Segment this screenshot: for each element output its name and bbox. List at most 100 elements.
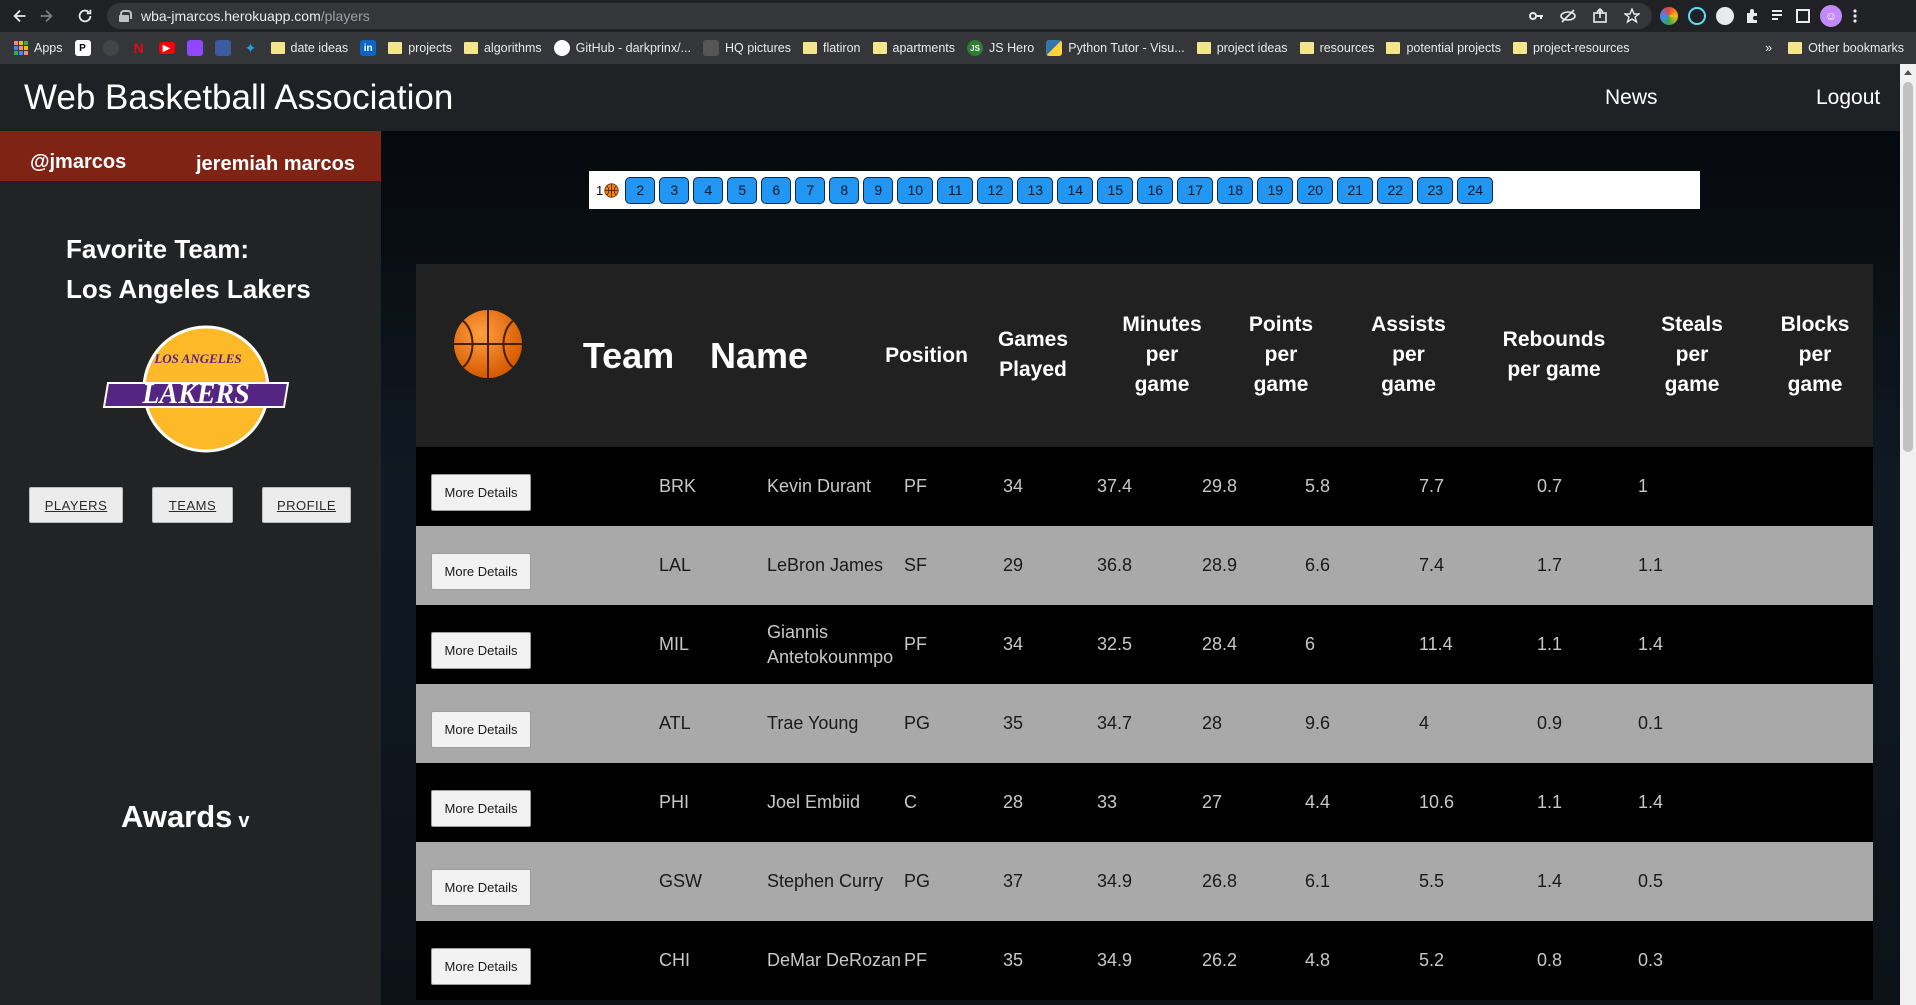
page-button[interactable]: 17: [1177, 176, 1214, 204]
page-button[interactable]: 18: [1217, 176, 1254, 204]
header-position[interactable]: Position: [869, 341, 984, 371]
puzzle-icon[interactable]: [1744, 8, 1760, 24]
more-details-button[interactable]: More Details: [431, 553, 531, 590]
header-games-played[interactable]: Games Played: [983, 325, 1083, 385]
sidepanel-icon[interactable]: [1796, 9, 1810, 23]
players-button[interactable]: PLAYERS: [29, 487, 123, 523]
bookmark-github-darkprinx[interactable]: GitHub - darkprinx/...: [553, 40, 691, 56]
pi-icon: P: [74, 40, 91, 56]
more-details-button[interactable]: More Details: [431, 474, 531, 511]
bookmark-label: date ideas: [290, 41, 349, 55]
header-rebounds[interactable]: Rebounds per game: [1489, 325, 1619, 385]
page-button[interactable]: 16: [1137, 176, 1174, 204]
bookmark-project-resources[interactable]: project-resources: [1512, 41, 1630, 55]
bookmark-youtube[interactable]: ▶: [158, 42, 175, 54]
header-name[interactable]: Name: [684, 336, 834, 376]
page-button[interactable]: 14: [1057, 176, 1094, 204]
bookmark-project-ideas[interactable]: project ideas: [1196, 41, 1288, 55]
header-blocks[interactable]: Blocks per game: [1770, 310, 1860, 400]
bookmark-apartments[interactable]: apartments: [872, 41, 955, 55]
page-button[interactable]: 15: [1097, 176, 1134, 204]
bookmark-linkedin[interactable]: in: [360, 40, 377, 56]
page-button[interactable]: 21: [1337, 176, 1374, 204]
profile-button[interactable]: PROFILE: [262, 487, 351, 523]
page-button[interactable]: 20: [1297, 176, 1334, 204]
page-button[interactable]: 8: [829, 176, 860, 204]
team-cell: GSW: [659, 871, 702, 891]
page-button[interactable]: 13: [1017, 176, 1054, 204]
more-details-button[interactable]: More Details: [431, 632, 531, 669]
bookmark-algorithms[interactable]: algorithms: [463, 41, 542, 55]
more-details-button[interactable]: More Details: [431, 948, 531, 985]
page-button[interactable]: 22: [1377, 176, 1414, 204]
page-button[interactable]: 6: [761, 176, 792, 204]
forward-icon[interactable]: [32, 2, 60, 30]
header-steals[interactable]: Steals per game: [1647, 310, 1737, 400]
player-name: DeMar DeRozan: [767, 948, 901, 973]
games-played-cell: 35: [1003, 950, 1024, 970]
bookmark-label: potential projects: [1406, 41, 1501, 55]
profile-avatar[interactable]: ☺: [1820, 5, 1842, 27]
bookmark-js-hero[interactable]: JS JS Hero: [967, 40, 1034, 56]
more-details-button[interactable]: More Details: [431, 711, 531, 748]
bookmarks-overflow-button[interactable]: »: [1765, 41, 1772, 55]
scrollbar-thumb[interactable]: [1903, 82, 1913, 452]
page-button[interactable]: 9: [863, 176, 894, 204]
eye-off-icon[interactable]: [1560, 8, 1576, 24]
page-button[interactable]: 19: [1257, 176, 1294, 204]
apps-grid-icon: [14, 41, 28, 55]
bookmark-twitch[interactable]: [186, 40, 203, 56]
header-assists[interactable]: Assists per game: [1356, 310, 1461, 400]
header-team[interactable]: Team: [566, 336, 691, 376]
news-link[interactable]: News: [1605, 86, 1658, 110]
key-icon[interactable]: [1528, 8, 1544, 24]
page-button[interactable]: 24: [1457, 176, 1494, 204]
share-icon[interactable]: [1592, 8, 1608, 24]
page-button[interactable]: 2: [625, 176, 656, 204]
app-icon: [214, 40, 231, 56]
bookmark-pi[interactable]: P: [74, 40, 91, 56]
bookmark-netflix[interactable]: N: [131, 40, 147, 56]
page-button[interactable]: 3: [659, 176, 690, 204]
menu-kebab-icon[interactable]: [1852, 8, 1858, 24]
header-points[interactable]: Points per game: [1231, 310, 1331, 400]
back-icon[interactable]: [6, 2, 34, 30]
header-minutes[interactable]: Minutes per game: [1107, 310, 1217, 400]
bookmark-github[interactable]: [102, 40, 119, 56]
page-button[interactable]: 10: [897, 176, 934, 204]
page-button[interactable]: 23: [1417, 176, 1454, 204]
bookmark-app[interactable]: [214, 40, 231, 56]
games-played-cell: 34: [1003, 634, 1024, 654]
bookmark-other-bookmarks[interactable]: Other bookmarks: [1788, 41, 1904, 55]
page-scrollbar[interactable]: [1900, 64, 1916, 1005]
playlist-icon[interactable]: [1770, 8, 1786, 24]
bookmark-resources[interactable]: resources: [1299, 41, 1374, 55]
teams-button[interactable]: TEAMS: [152, 487, 233, 523]
bookmark-hq-pictures[interactable]: HQ pictures: [702, 40, 791, 56]
page-button[interactable]: 5: [727, 176, 758, 204]
page-button[interactable]: 12: [977, 176, 1014, 204]
reload-icon[interactable]: [71, 2, 99, 30]
bookmark-potential-projects[interactable]: potential projects: [1386, 41, 1501, 55]
logout-link[interactable]: Logout: [1816, 86, 1880, 110]
team-cell: ATL: [659, 713, 691, 733]
bookmark-flatiron[interactable]: flatiron: [802, 41, 861, 55]
extension-icon[interactable]: [1716, 7, 1734, 25]
more-details-button[interactable]: More Details: [431, 869, 531, 906]
react-devtools-icon[interactable]: [1688, 7, 1706, 25]
bookmark-date-ideas[interactable]: date ideas: [270, 41, 349, 55]
page-button[interactable]: 11: [937, 176, 974, 204]
colorpicker-extension-icon[interactable]: [1660, 7, 1678, 25]
bookmark-twitter[interactable]: ✦: [243, 40, 259, 56]
awards-toggle[interactable]: Awards v: [121, 799, 250, 835]
more-details-button[interactable]: More Details: [431, 790, 531, 827]
bookmark-projects[interactable]: projects: [388, 41, 452, 55]
image-icon: [702, 40, 719, 56]
page-button[interactable]: 4: [693, 176, 724, 204]
bookmark-python-tutor[interactable]: Python Tutor - Visu...: [1046, 40, 1185, 56]
bookmark-apps[interactable]: Apps: [14, 41, 63, 55]
star-icon[interactable]: [1624, 8, 1640, 24]
page-button[interactable]: 7: [795, 176, 826, 204]
address-bar[interactable]: wba-jmarcos.herokuapp.com/players: [107, 3, 1652, 29]
scroll-up-icon[interactable]: [1904, 70, 1912, 75]
